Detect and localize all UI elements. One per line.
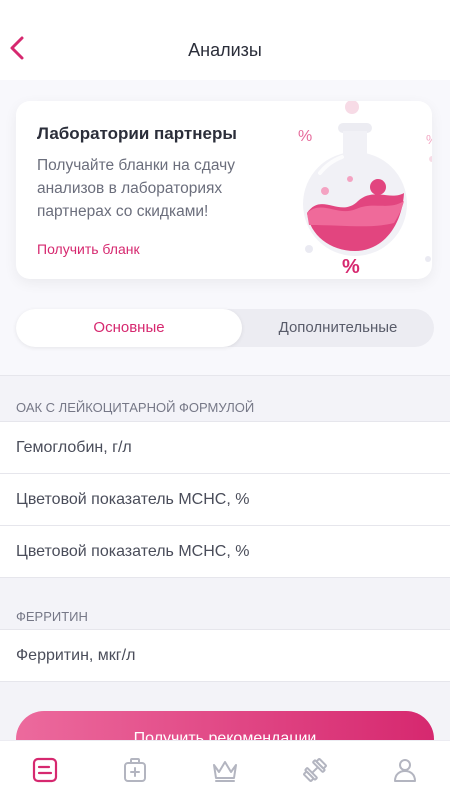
partner-labs-card: Лаборатории партнеры Получайте бланки на… bbox=[16, 101, 432, 279]
analysis-type-toggle: Основные Дополнительные bbox=[16, 309, 434, 347]
app-header: Анализы bbox=[0, 0, 450, 80]
tab-analyses[interactable] bbox=[0, 741, 90, 800]
tab-medkit[interactable] bbox=[90, 741, 180, 800]
percent-sign: % bbox=[298, 128, 312, 145]
tab-additional[interactable]: Дополнительные bbox=[242, 309, 434, 347]
percent-sign: % bbox=[426, 132, 432, 147]
page-title: Анализы bbox=[188, 40, 262, 60]
list-item-ferritin[interactable]: Ферритин, мкг/л bbox=[0, 630, 450, 682]
dumbbell-icon bbox=[303, 758, 327, 782]
get-form-link[interactable]: Получить бланк bbox=[37, 241, 140, 257]
tab-profile[interactable] bbox=[360, 741, 450, 800]
tab-fitness[interactable] bbox=[270, 741, 360, 800]
list-item-mchc[interactable]: Цветовой показатель MCHC, % bbox=[0, 526, 450, 578]
section-title-oak: ОАК С ЛЕЙКОЦИТАРНОЙ ФОРМУЛОЙ bbox=[0, 376, 450, 421]
medkit-icon bbox=[124, 758, 146, 782]
promo-title: Лаборатории партнеры bbox=[37, 124, 237, 143]
crown-icon bbox=[213, 761, 237, 782]
list-item-hemoglobin[interactable]: Гемоглобин, г/л bbox=[0, 422, 450, 474]
section-title-ferritin: ФЕРРИТИН bbox=[0, 578, 450, 630]
analyses-icon bbox=[32, 757, 58, 783]
profile-icon bbox=[394, 759, 416, 782]
percent-sign: % bbox=[342, 256, 360, 278]
lab-flask-illustration: % % % bbox=[298, 101, 432, 278]
list-item-mchc[interactable]: Цветовой показатель MCHC, % bbox=[0, 474, 450, 526]
tab-premium[interactable] bbox=[180, 741, 270, 800]
bottom-tab-bar bbox=[0, 740, 450, 800]
tab-main[interactable]: Основные bbox=[16, 309, 242, 347]
promo-text: Получайте бланки на сдачу анализов в лаб… bbox=[37, 157, 235, 220]
